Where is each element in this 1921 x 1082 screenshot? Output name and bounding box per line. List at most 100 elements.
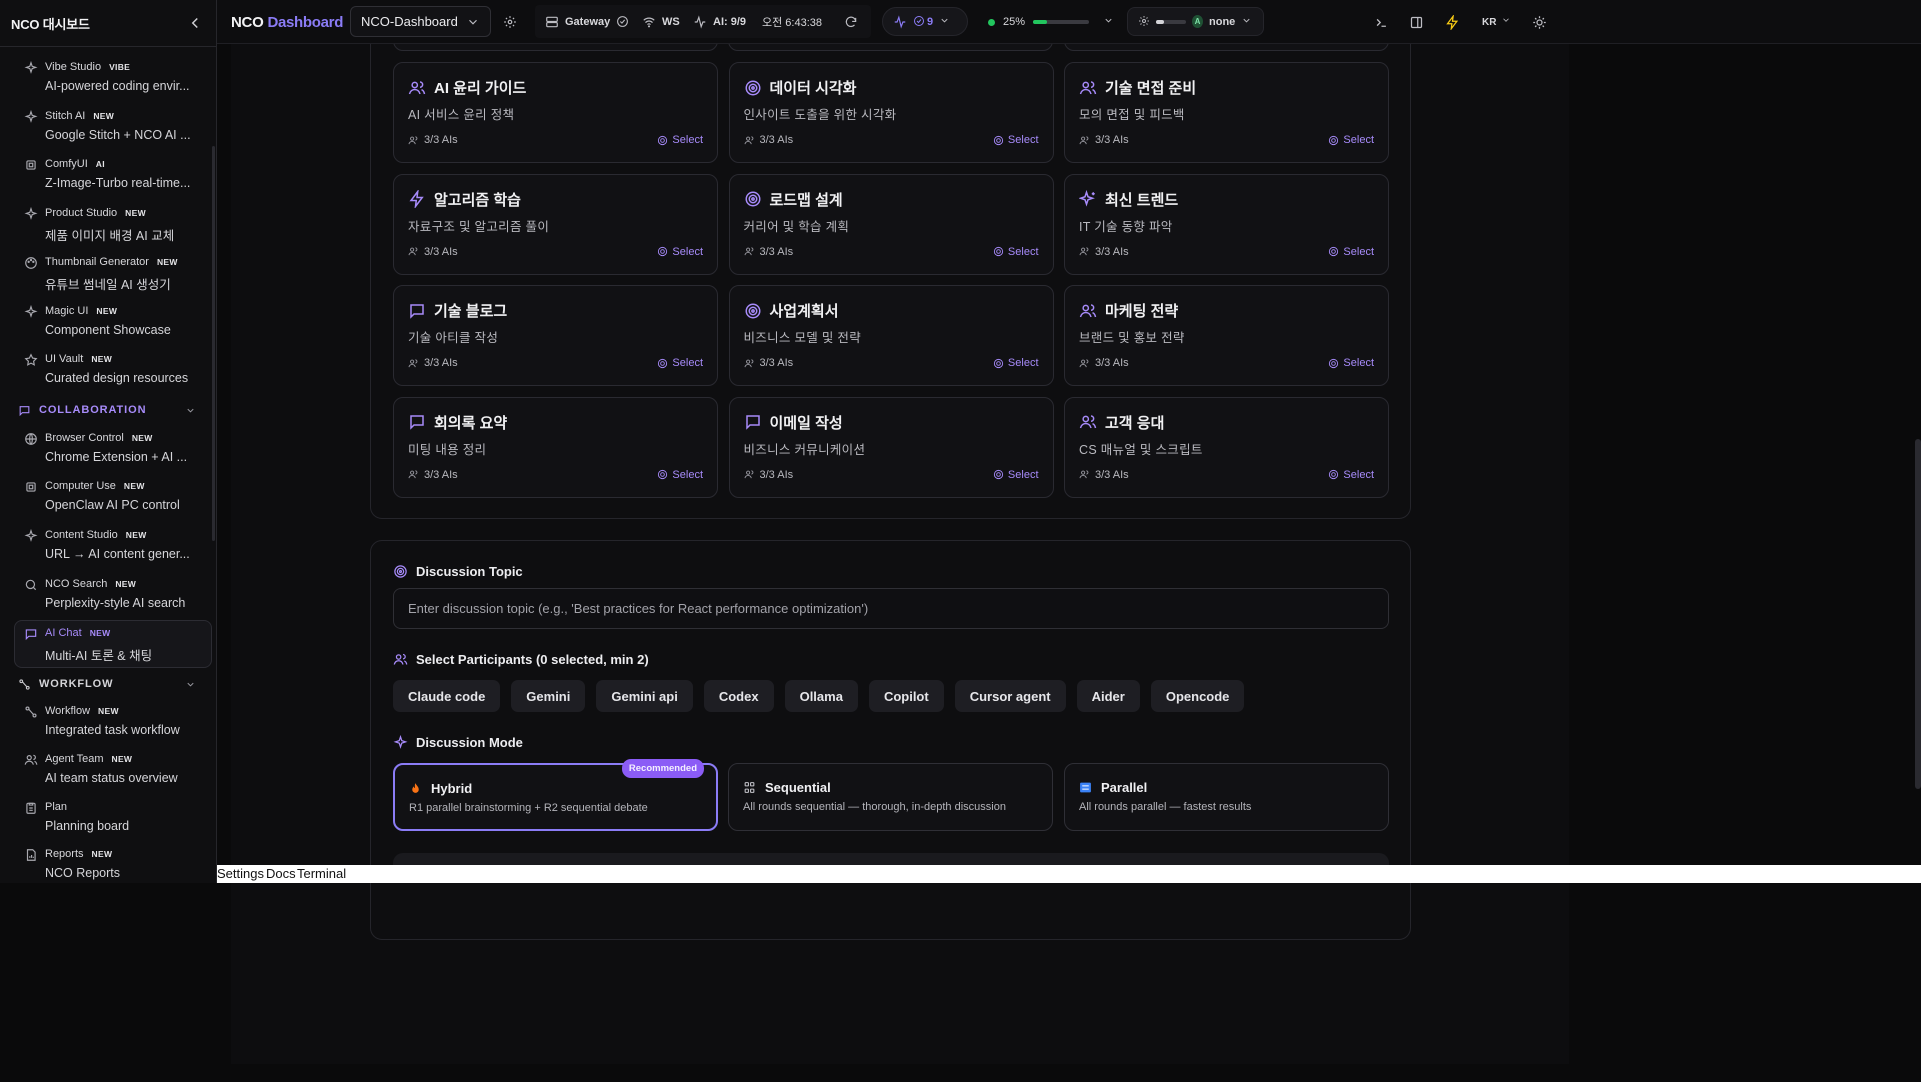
target-icon xyxy=(993,246,1004,257)
card-ai-count: 3/3 AIs xyxy=(424,468,458,481)
refresh-button[interactable] xyxy=(844,0,858,44)
quick-action-button[interactable] xyxy=(1445,0,1459,44)
template-card-partial[interactable] xyxy=(728,44,1053,51)
participant-chip[interactable]: Claude code xyxy=(393,680,501,712)
sidebar-item-thumbnail-generator[interactable]: Thumbnail Generator NEW 유튜브 썸네일 AI 생성기 xyxy=(15,250,211,296)
participant-chip[interactable]: Copilot xyxy=(868,680,944,712)
select-button[interactable]: Select xyxy=(657,246,703,258)
target-icon xyxy=(993,469,1004,480)
sidebar-item-vibe-studio[interactable]: Vibe Studio VIBE AI-powered coding envir.… xyxy=(15,55,211,101)
sidebar-item-agent-team[interactable]: Agent Team NEW AI team status overview xyxy=(15,747,211,793)
select-button[interactable]: Select xyxy=(993,469,1039,481)
target-icon xyxy=(1328,135,1339,146)
participant-chip[interactable]: Opencode xyxy=(1150,680,1245,712)
star-icon xyxy=(24,353,38,367)
terminal-button[interactable] xyxy=(1374,0,1388,44)
sidebar-item-ui-vault[interactable]: UI Vault NEW Curated design resources xyxy=(15,347,211,393)
select-button[interactable]: Select xyxy=(993,357,1039,369)
mode-option-sequential[interactable]: Sequential All rounds sequential — thoro… xyxy=(728,763,1053,831)
sidebar-item-plan[interactable]: Plan Planning board xyxy=(15,795,211,841)
status-dot xyxy=(988,18,995,26)
model-selector[interactable]: A none xyxy=(1127,7,1264,36)
sidebar-item-browser-control[interactable]: Browser Control NEW Chrome Extension + AI… xyxy=(15,426,211,472)
template-card[interactable]: 최신 트렌드 IT 기술 동향 파악 3/3 AIs Select xyxy=(1064,173,1389,275)
mode-option-parallel[interactable]: Parallel All rounds parallel — fastest r… xyxy=(1064,763,1389,831)
badge: NEW xyxy=(91,849,113,859)
template-card[interactable]: 이메일 작성 비즈니스 커뮤니케이션 3/3 AIs Select xyxy=(728,396,1054,498)
participant-chip[interactable]: Gemini api xyxy=(596,680,693,712)
template-card[interactable]: AI 윤리 가이드 AI 서비스 윤리 정책 3/3 AIs Select xyxy=(393,62,718,163)
sidebar-item-label: Agent Team xyxy=(45,753,104,765)
sidebar-item-label: Thumbnail Generator xyxy=(45,256,149,268)
participant-chip[interactable]: Cursor agent xyxy=(954,680,1066,712)
sidebar-item-computer-use[interactable]: Computer Use NEW OpenClaw AI PC control xyxy=(15,474,211,520)
sidebar-item-product-studio[interactable]: Product Studio NEW 제품 이미지 배경 AI 교체 xyxy=(15,201,211,247)
select-button[interactable]: Select xyxy=(657,469,703,481)
sparkle-icon xyxy=(1079,190,1097,208)
card-title: 사업계획서 xyxy=(769,303,839,320)
chevron-down-icon xyxy=(1241,15,1253,29)
card-ai-count: 3/3 AIs xyxy=(1095,134,1129,146)
language-selector[interactable]: KR xyxy=(1482,0,1515,44)
brand[interactable]: NCO Dashboard xyxy=(231,0,343,44)
participant-chip[interactable]: Codex xyxy=(703,680,774,712)
terminal-link[interactable]: Terminal xyxy=(297,866,346,881)
template-card[interactable]: 마케팅 전략 브랜드 및 홍보 전략 3/3 AIs Select xyxy=(1064,285,1389,386)
card-title: 회의록 요약 xyxy=(434,414,508,432)
select-button[interactable]: Select xyxy=(657,134,703,146)
sidebar-item-nco-search[interactable]: NCO Search NEW Perplexity-style AI search xyxy=(15,572,211,618)
activity-pill[interactable]: 9 xyxy=(882,7,968,36)
select-button[interactable]: Select xyxy=(1328,246,1374,258)
clock: 오전 6:43:38 xyxy=(762,17,822,29)
docs-link[interactable]: Docs xyxy=(266,866,296,881)
template-card[interactable]: 기술 블로그 기술 아티클 작성 3/3 AIs Select xyxy=(393,285,718,386)
activity-icon xyxy=(693,15,707,29)
sidebar-item-stitch-ai[interactable]: Stitch AI NEW Google Stitch + NCO AI ... xyxy=(15,104,211,150)
template-card-partial[interactable] xyxy=(1064,44,1389,51)
card-title: 알고리즘 학습 xyxy=(434,191,521,209)
participant-chip[interactable]: Aider xyxy=(1076,680,1140,712)
template-card[interactable]: 알고리즘 학습 자료구조 및 알고리즘 풀이 3/3 AIs Select xyxy=(393,173,718,275)
card-ai-count: 3/3 AIs xyxy=(759,245,794,258)
sidebar-item-comfyui[interactable]: ComfyUI AI Z-Image-Turbo real-time... xyxy=(15,152,211,198)
sidebar-item-ai-chat[interactable]: AI Chat NEW Multi-AI 토론 & 채팅 xyxy=(14,620,212,668)
settings-button[interactable] xyxy=(503,0,517,44)
select-button[interactable]: Select xyxy=(1328,469,1374,481)
users-icon xyxy=(408,358,419,369)
sidebar-scrollbar[interactable] xyxy=(212,146,215,541)
gateway-status[interactable]: Gateway xyxy=(545,0,630,44)
section-workflow[interactable]: WORKFLOW xyxy=(18,674,196,694)
theme-toggle[interactable] xyxy=(1532,0,1546,44)
sidebar-item-magic-ui[interactable]: Magic UI NEW Component Showcase xyxy=(15,299,211,345)
sidebar-item-content-studio[interactable]: Content Studio NEW URL → AI content gener… xyxy=(15,523,211,569)
template-card[interactable]: 사업계획서 비즈니스 모델 및 전략 3/3 AIs Select xyxy=(728,285,1054,386)
settings-link[interactable]: Settings xyxy=(217,866,264,881)
main-scrollbar[interactable] xyxy=(1915,439,1921,789)
mode-option-hybrid[interactable]: Recommended Hybrid R1 parallel brainstor… xyxy=(393,759,718,831)
target-icon xyxy=(1328,358,1339,369)
template-card-partial[interactable] xyxy=(393,44,718,51)
layout-button[interactable] xyxy=(1409,0,1423,44)
template-card[interactable]: 데이터 시각화 인사이트 도출을 위한 시각화 3/3 AIs Select xyxy=(728,62,1054,163)
select-button[interactable]: Select xyxy=(993,134,1039,146)
select-button[interactable]: Select xyxy=(1328,134,1374,146)
collapse-sidebar-icon[interactable] xyxy=(186,14,204,32)
section-collaboration[interactable]: COLLABORATION xyxy=(18,400,196,420)
sparkle-icon xyxy=(24,61,38,75)
template-card[interactable]: 고객 응대 CS 매뉴얼 및 스크립트 3/3 AIs Select xyxy=(1064,396,1389,498)
participant-chips: Claude code Gemini Gemini api Codex Ollama Co… xyxy=(393,680,1245,712)
select-button[interactable]: Select xyxy=(993,246,1039,258)
sidebar-item-workflow[interactable]: Workflow NEW Integrated task workflow xyxy=(15,699,211,745)
progress-indicator[interactable]: 25% xyxy=(988,0,1117,44)
participant-chip[interactable]: Ollama xyxy=(784,680,858,712)
select-button[interactable]: Select xyxy=(657,357,703,369)
target-icon xyxy=(657,469,668,480)
project-select[interactable]: NCO-Dashboard xyxy=(350,6,491,37)
sidebar-item-reports[interactable]: Reports NEW NCO Reports xyxy=(15,842,211,883)
participant-chip[interactable]: Gemini xyxy=(511,680,586,712)
discussion-topic-input[interactable]: Enter discussion topic (e.g., 'Best prac… xyxy=(393,588,1389,629)
template-card[interactable]: 기술 면접 준비 모의 면접 및 피드백 3/3 AIs Select xyxy=(1064,62,1389,163)
template-card[interactable]: 로드맵 설계 커리어 및 학습 계획 3/3 AIs Select xyxy=(728,173,1054,275)
select-button[interactable]: Select xyxy=(1328,357,1374,369)
template-card[interactable]: 회의록 요약 미팅 내용 정리 3/3 AIs Select xyxy=(393,396,718,498)
